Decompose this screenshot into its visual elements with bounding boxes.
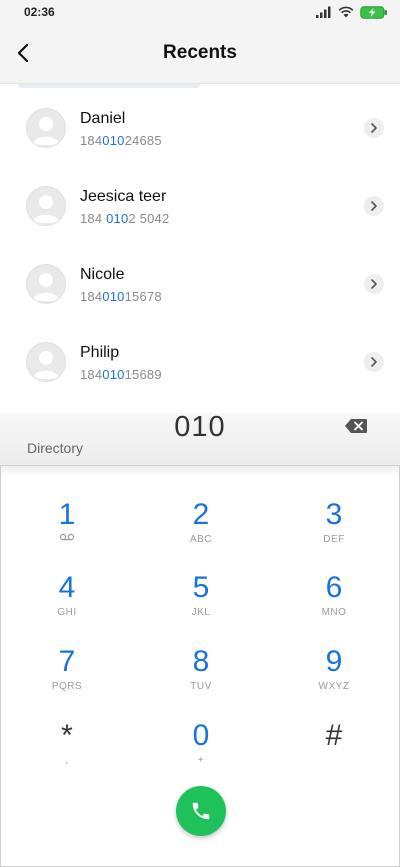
signal-icon [316, 6, 331, 18]
key-digit: 2 [192, 498, 210, 531]
contact-number: 18401015689 [80, 367, 162, 382]
key-digit: 1 [58, 498, 76, 531]
person-placeholder-icon [32, 195, 60, 223]
key-letters: GHI [57, 607, 77, 618]
key-5[interactable]: 5 JKL [151, 571, 251, 637]
contact-number: 184 0102 5042 [80, 211, 170, 226]
contact-list: Daniel 18401024685 Jeesica teer 184 0102… [0, 88, 400, 400]
key-letters: + [197, 755, 205, 766]
avatar [26, 342, 66, 382]
avatar [26, 108, 66, 148]
key-digit: # [325, 719, 343, 752]
key-8[interactable]: 8 TUV [151, 645, 251, 711]
key-0[interactable]: 0 + [151, 719, 251, 785]
key-digit: 7 [58, 645, 76, 678]
contact-detail-button[interactable] [364, 274, 384, 294]
key-3[interactable]: 3 DEF [284, 498, 384, 564]
key-letters: , [65, 755, 69, 766]
contact-row[interactable]: Daniel 18401024685 [0, 88, 400, 166]
dial-input-area: 010 Directory [0, 411, 400, 467]
voicemail-icon [59, 533, 75, 541]
person-placeholder-icon [32, 117, 60, 145]
key-letters: DEF [323, 534, 345, 545]
backspace-button[interactable] [344, 418, 368, 434]
key-letters: JKL [191, 607, 211, 618]
contact-name: Jeesica teer [80, 188, 167, 205]
keypad-shadow [1, 466, 399, 476]
page-title: Recents [163, 42, 237, 63]
key-hash[interactable]: # [284, 719, 384, 785]
backspace-icon [345, 419, 367, 433]
key-digit: 4 [58, 571, 76, 604]
phone-icon [192, 802, 210, 820]
contact-number: 18401024685 [80, 133, 162, 148]
contact-detail-button[interactable] [364, 118, 384, 138]
key-digit: 9 [325, 645, 343, 678]
contact-row[interactable]: Nicole 18401015678 [0, 244, 400, 322]
chevron-right-icon [371, 357, 377, 367]
contact-name: Philip [80, 344, 120, 361]
chevron-right-icon [371, 123, 377, 133]
number-match-highlight: 010 [102, 133, 125, 148]
key-letters: WXYZ [318, 681, 350, 692]
key-2[interactable]: 2 ABC [151, 498, 251, 564]
contact-detail-button[interactable] [364, 352, 384, 372]
key-9[interactable]: 9 WXYZ [284, 645, 384, 711]
wifi-icon [338, 6, 354, 18]
key-6[interactable]: 6 MNO [284, 571, 384, 637]
battery-icon [360, 5, 387, 19]
key-4[interactable]: 4 GHI [17, 571, 117, 637]
status-time: 02:36 [24, 5, 55, 19]
avatar [26, 264, 66, 304]
key-letters: ABC [189, 534, 213, 545]
key-letters: MNO [321, 607, 347, 618]
person-placeholder-icon [32, 273, 60, 301]
key-letters: TUV [190, 681, 212, 692]
number-match-highlight: 010 [102, 367, 125, 382]
avatar [26, 186, 66, 226]
key-digit: * [61, 719, 73, 752]
call-button[interactable] [176, 786, 226, 836]
chevron-right-icon [371, 201, 377, 211]
key-letters: PQRS [51, 681, 83, 692]
contact-name: Daniel [80, 110, 126, 127]
chevron-right-icon [371, 279, 377, 289]
key-digit: 8 [192, 645, 210, 678]
number-match-highlight: 010 [102, 289, 125, 304]
contact-name: Nicole [80, 266, 125, 283]
status-bar: 02:36 [0, 0, 400, 24]
contact-row[interactable]: Philip 18401015689 [0, 322, 400, 400]
key-star[interactable]: * , [17, 719, 117, 785]
dial-keypad: 1 2 ABC 3 DEF 4 GHI 5 JKL 6 MNO 7 PQRS 8… [0, 465, 400, 867]
status-icons [316, 5, 388, 19]
key-digit: 3 [325, 498, 343, 531]
person-placeholder-icon [32, 351, 60, 379]
key-digit: 6 [325, 571, 343, 604]
header: Recents [0, 24, 400, 84]
contact-detail-button[interactable] [364, 196, 384, 216]
key-1[interactable]: 1 [17, 498, 117, 564]
number-match-highlight: 010 [106, 211, 129, 226]
contact-row[interactable]: Jeesica teer 184 0102 5042 [0, 166, 400, 244]
key-7[interactable]: 7 PQRS [17, 645, 117, 711]
key-digit: 0 [192, 719, 210, 752]
directory-label[interactable]: Directory [27, 440, 83, 456]
key-digit: 5 [192, 571, 210, 604]
contact-number: 18401015678 [80, 289, 162, 304]
